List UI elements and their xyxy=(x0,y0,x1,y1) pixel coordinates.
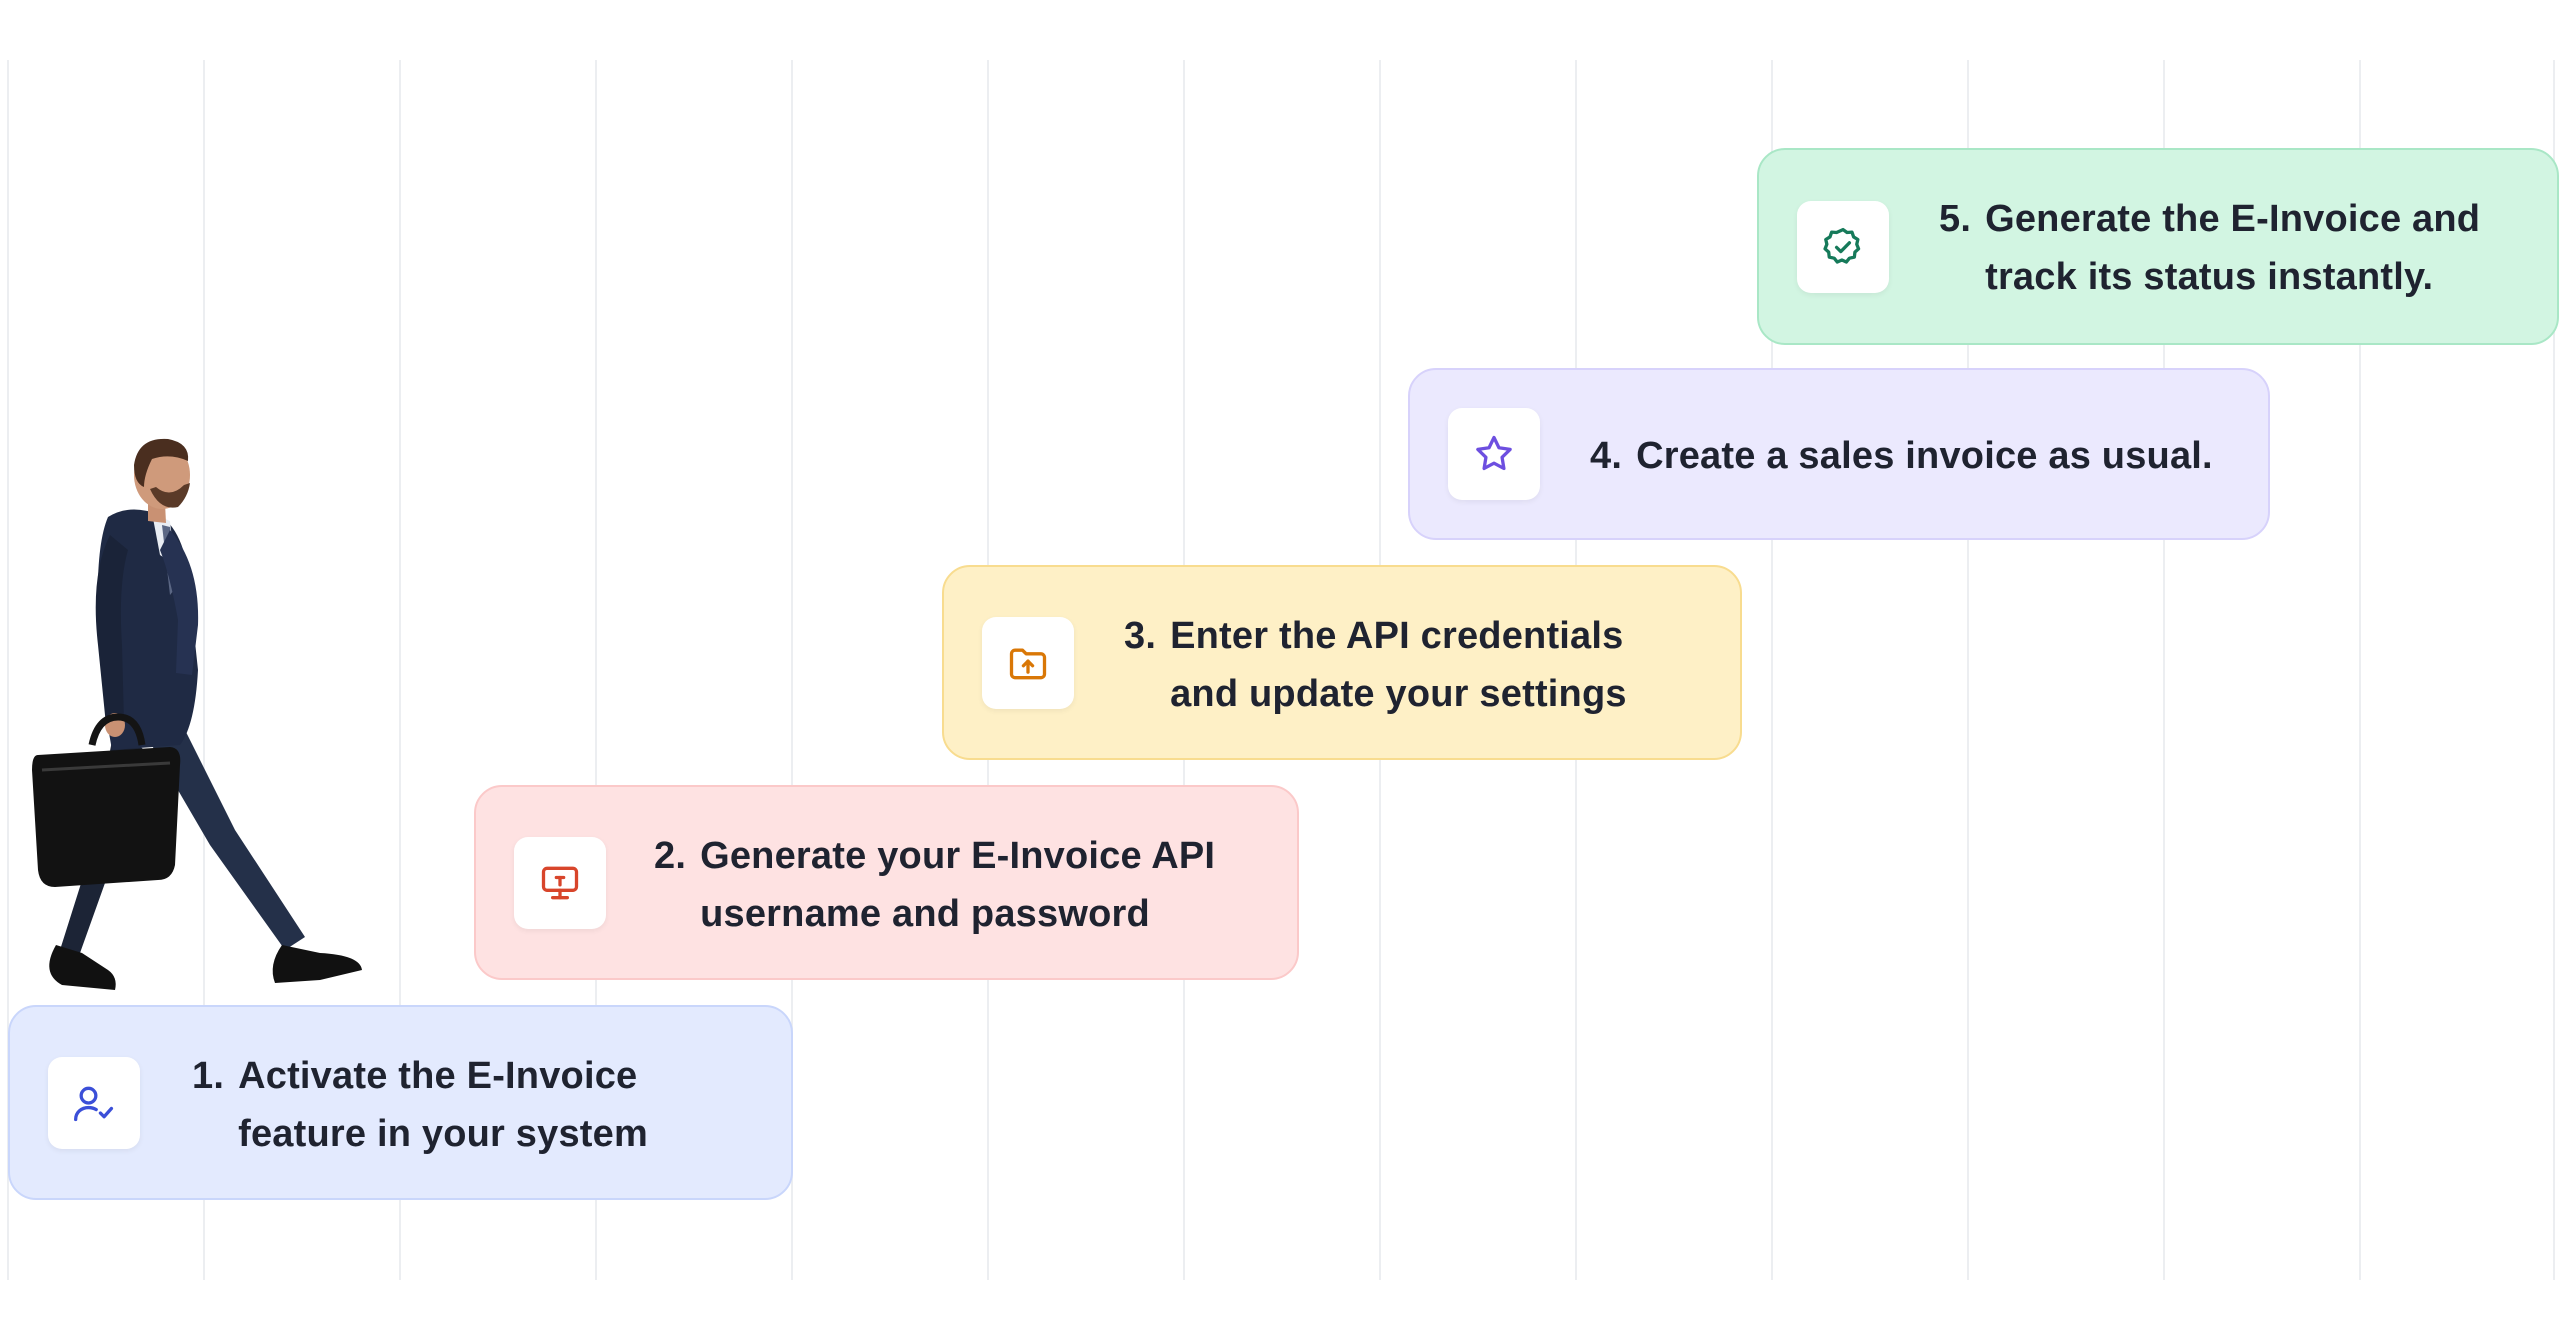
step-3-icon-box xyxy=(982,616,1074,709)
step-5-text: 5. Generate the E-Invoice and track its … xyxy=(1939,190,2519,306)
step-5-card: 5. Generate the E-Invoice and track its … xyxy=(1757,148,2559,345)
step-4-label: Create a sales invoice as usual. xyxy=(1636,435,2213,477)
folder-upload-icon xyxy=(1009,648,1047,679)
step-4-icon-box xyxy=(1448,408,1540,500)
step-4-text: 4. Create a sales invoice as usual. xyxy=(1590,427,2230,485)
step-5-label: Generate the E-Invoice and track its sta… xyxy=(1985,198,2481,298)
star-icon xyxy=(1476,435,1512,471)
badge-check-icon xyxy=(1823,227,1861,264)
step-2-number: 2. xyxy=(654,835,687,877)
step-5-icon-box xyxy=(1797,200,1889,293)
businessman-illustration xyxy=(32,438,362,990)
step-4-card: 4. Create a sales invoice as usual. xyxy=(1408,368,2270,540)
step-2-text: 2. Generate your E-Invoice API username … xyxy=(654,827,1274,943)
step-5-number: 5. xyxy=(1939,198,1972,240)
step-3-label: Enter the API credentials and update you… xyxy=(1170,615,1627,715)
step-1-number: 1. xyxy=(192,1055,225,1097)
monitor-icon xyxy=(541,866,579,899)
step-3-card: 3. Enter the API credentials and update … xyxy=(942,565,1742,760)
step-4-number: 4. xyxy=(1590,435,1623,477)
step-3-text: 3. Enter the API credentials and update … xyxy=(1124,607,1684,723)
step-1-text: 1. Activate the E-Invoice feature in you… xyxy=(192,1047,712,1163)
step-1-icon-box xyxy=(48,1056,140,1149)
step-1-card: 1. Activate the E-Invoice feature in you… xyxy=(8,1005,793,1200)
step-2-icon-box xyxy=(514,836,606,929)
step-2-label: Generate your E-Invoice API username and… xyxy=(700,835,1216,935)
step-2-card: 2. Generate your E-Invoice API username … xyxy=(474,785,1299,980)
step-3-number: 3. xyxy=(1124,615,1157,657)
user-check-icon xyxy=(74,1086,114,1121)
step-1-label: Activate the E-Invoice feature in your s… xyxy=(238,1055,648,1155)
